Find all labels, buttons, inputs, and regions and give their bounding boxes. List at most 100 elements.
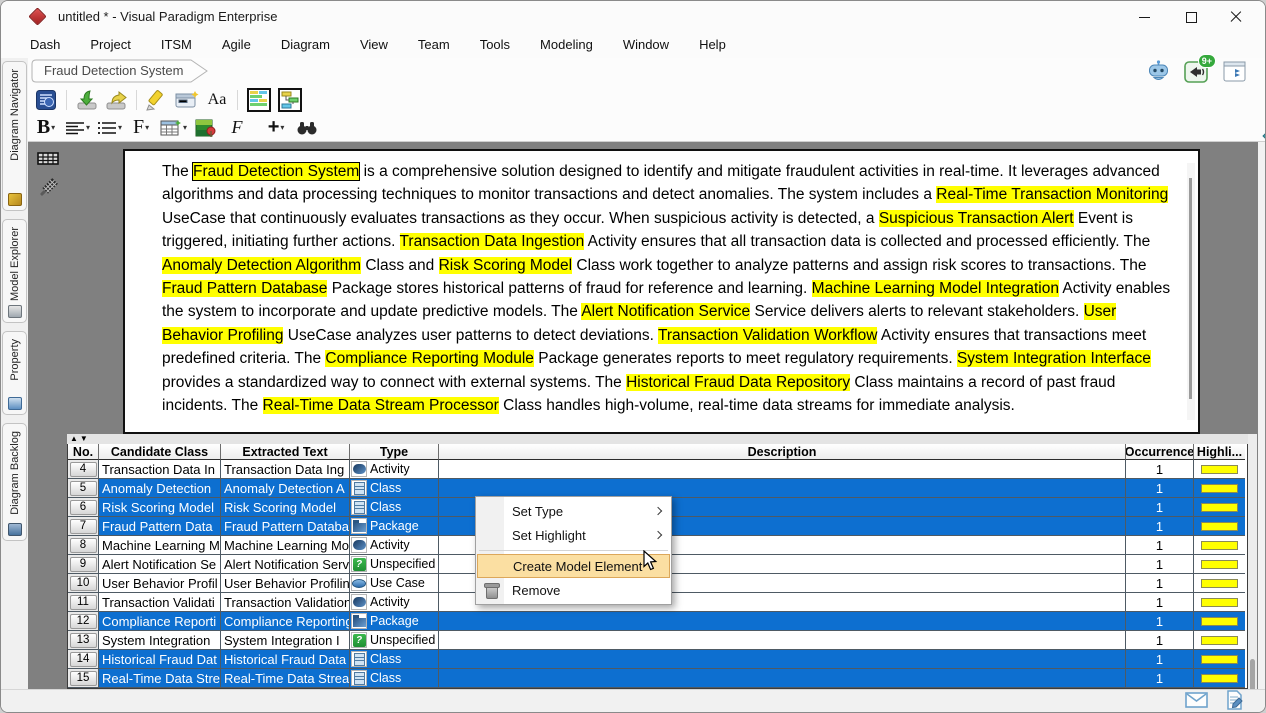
description-cell[interactable]	[439, 669, 1126, 688]
occurrence-cell[interactable]: 1	[1126, 517, 1194, 536]
font-button[interactable]: F ▾	[129, 116, 153, 140]
sidebar-tab-property[interactable]: Property	[2, 331, 27, 415]
sidebar-tab-model-explorer[interactable]: Model Explorer	[2, 219, 27, 323]
extracted-text-cell[interactable]: Fraud Pattern Databa	[221, 517, 350, 536]
layout-overview-button[interactable]	[277, 88, 303, 112]
menu-team[interactable]: Team	[403, 32, 465, 57]
type-cell[interactable]: Package	[350, 517, 439, 536]
find-button[interactable]	[295, 116, 319, 140]
type-cell[interactable]: Package	[350, 612, 439, 631]
text-scrollbar-thumb[interactable]	[1189, 178, 1192, 399]
row-number-cell[interactable]: 4	[68, 460, 99, 479]
description-cell[interactable]	[439, 650, 1126, 669]
row-number-cell[interactable]: 6	[68, 498, 99, 517]
row-number-cell[interactable]: 5	[68, 479, 99, 498]
row-number-cell[interactable]: 7	[68, 517, 99, 536]
extracted-text-cell[interactable]: Transaction Data Ing	[221, 460, 350, 479]
menu-item-set-type[interactable]: Set Type	[476, 499, 671, 523]
import-button[interactable]	[75, 88, 99, 112]
insert-table-button[interactable]: ▾	[160, 116, 187, 140]
description-cell[interactable]	[439, 460, 1126, 479]
extracted-text-cell[interactable]: Anomaly Detection A	[221, 479, 350, 498]
row-number-cell[interactable]: 9	[68, 555, 99, 574]
candidate-class-cell[interactable]: System Integration	[99, 631, 221, 650]
ai-assistant-button[interactable]	[1146, 60, 1171, 83]
occurrence-cell[interactable]: 1	[1126, 631, 1194, 650]
row-number-cell[interactable]: 8	[68, 536, 99, 555]
description-cell[interactable]	[439, 612, 1126, 631]
row-number-cell[interactable]: 15	[68, 669, 99, 688]
type-cell[interactable]: Class	[350, 498, 439, 517]
highlighted-term[interactable]: Real-Time Transaction Monitoring	[936, 186, 1168, 203]
highlight-cell[interactable]	[1194, 517, 1245, 536]
highlighted-term[interactable]: System Integration Interface	[957, 350, 1151, 367]
list-button[interactable]: ▾	[97, 116, 122, 140]
highlight-cell[interactable]	[1194, 536, 1245, 555]
table-row[interactable]: 15 Real-Time Data Stre Real-Time Data St…	[68, 669, 1247, 688]
menu-tools[interactable]: Tools	[465, 32, 525, 57]
highlight-cell[interactable]	[1194, 669, 1245, 688]
column-header-description[interactable]: Description	[439, 444, 1126, 460]
column-header-extracted-text[interactable]: Extracted Text	[221, 444, 350, 460]
table-row[interactable]: 14 Historical Fraud Dat Historical Fraud…	[68, 650, 1247, 669]
menu-modeling[interactable]: Modeling	[525, 32, 608, 57]
highlighted-term[interactable]: Anomaly Detection Algorithm	[162, 257, 361, 274]
row-number-cell[interactable]: 11	[68, 593, 99, 612]
extracted-text-cell[interactable]: Alert Notification Serv	[221, 555, 350, 574]
highlighted-term[interactable]: Suspicious Transaction Alert	[879, 210, 1074, 227]
extracted-text-cell[interactable]: Machine Learning Mo	[221, 536, 350, 555]
candidate-class-cell[interactable]: Transaction Validati	[99, 593, 221, 612]
align-button[interactable]: ▾	[65, 116, 90, 140]
new-window-button[interactable]	[174, 88, 200, 112]
type-cell[interactable]: Activity	[350, 536, 439, 555]
type-cell[interactable]: Use Case	[350, 574, 439, 593]
highlight-cell[interactable]	[1194, 498, 1245, 517]
column-header-occurrence[interactable]: Occurrence	[1126, 444, 1194, 460]
panel-splitter[interactable]: ▲ ▼	[67, 434, 1248, 444]
messages-button[interactable]	[1185, 692, 1208, 713]
occurrence-cell[interactable]: 1	[1126, 536, 1194, 555]
maximize-button[interactable]	[1184, 10, 1197, 23]
highlighted-term[interactable]: Risk Scoring Model	[439, 257, 573, 274]
occurrence-cell[interactable]: 1	[1126, 555, 1194, 574]
extracted-text-cell[interactable]: System Integration I	[221, 631, 350, 650]
minimize-button[interactable]	[1138, 10, 1151, 23]
highlight-cell[interactable]	[1194, 631, 1245, 650]
menu-diagram[interactable]: Diagram	[266, 32, 345, 57]
bold-button[interactable]: B ▾	[34, 116, 58, 140]
highlighted-term[interactable]: Compliance Reporting Module	[325, 350, 534, 367]
row-number-cell[interactable]: 14	[68, 650, 99, 669]
type-cell[interactable]: Class	[350, 479, 439, 498]
type-cell[interactable]: Activity	[350, 460, 439, 479]
table-row[interactable]: 12 Compliance Reporti Compliance Reporti…	[68, 612, 1247, 631]
menu-itsm[interactable]: ITSM	[146, 32, 207, 57]
table-row[interactable]: 13 System Integration System Integration…	[68, 631, 1247, 650]
row-number-cell[interactable]: 10	[68, 574, 99, 593]
highlight-cell[interactable]	[1194, 479, 1245, 498]
extracted-text-cell[interactable]: Compliance Reporting	[221, 612, 350, 631]
candidate-class-cell[interactable]: User Behavior Profil	[99, 574, 221, 593]
candidate-class-cell[interactable]: Compliance Reporti	[99, 612, 221, 631]
occurrence-cell[interactable]: 1	[1126, 593, 1194, 612]
panel-layout-button[interactable]	[1222, 60, 1247, 83]
formula-style-button[interactable]: F	[225, 116, 249, 140]
highlighted-term[interactable]: Transaction Validation Workflow	[658, 327, 877, 344]
tab-fraud-detection-system[interactable]: Fraud Detection System	[31, 59, 209, 83]
color-theme-button[interactable]	[194, 116, 218, 140]
notes-button[interactable]	[1226, 690, 1243, 713]
column-header-no[interactable]: No.	[68, 444, 99, 460]
menu-item-remove[interactable]: Remove	[476, 578, 671, 602]
highlighter-button[interactable]	[145, 88, 169, 112]
highlight-cell[interactable]	[1194, 574, 1245, 593]
occurrence-cell[interactable]: 1	[1126, 669, 1194, 688]
highlight-cell[interactable]	[1194, 555, 1245, 574]
problem-statement-panel[interactable]: The Fraud Detection System is a comprehe…	[123, 149, 1200, 434]
occurrence-cell[interactable]: 1	[1126, 479, 1194, 498]
highlight-cell[interactable]	[1194, 612, 1245, 631]
highlighted-term[interactable]: Fraud Detection System	[193, 163, 359, 180]
extracted-text-cell[interactable]: Transaction Validation	[221, 593, 350, 612]
grid-tool-button[interactable]	[35, 145, 61, 171]
sidebar-tab-diagram-navigator[interactable]: Diagram Navigator	[2, 61, 27, 211]
candidate-class-cell[interactable]: Risk Scoring Model	[99, 498, 221, 517]
highlight-cell[interactable]	[1194, 593, 1245, 612]
